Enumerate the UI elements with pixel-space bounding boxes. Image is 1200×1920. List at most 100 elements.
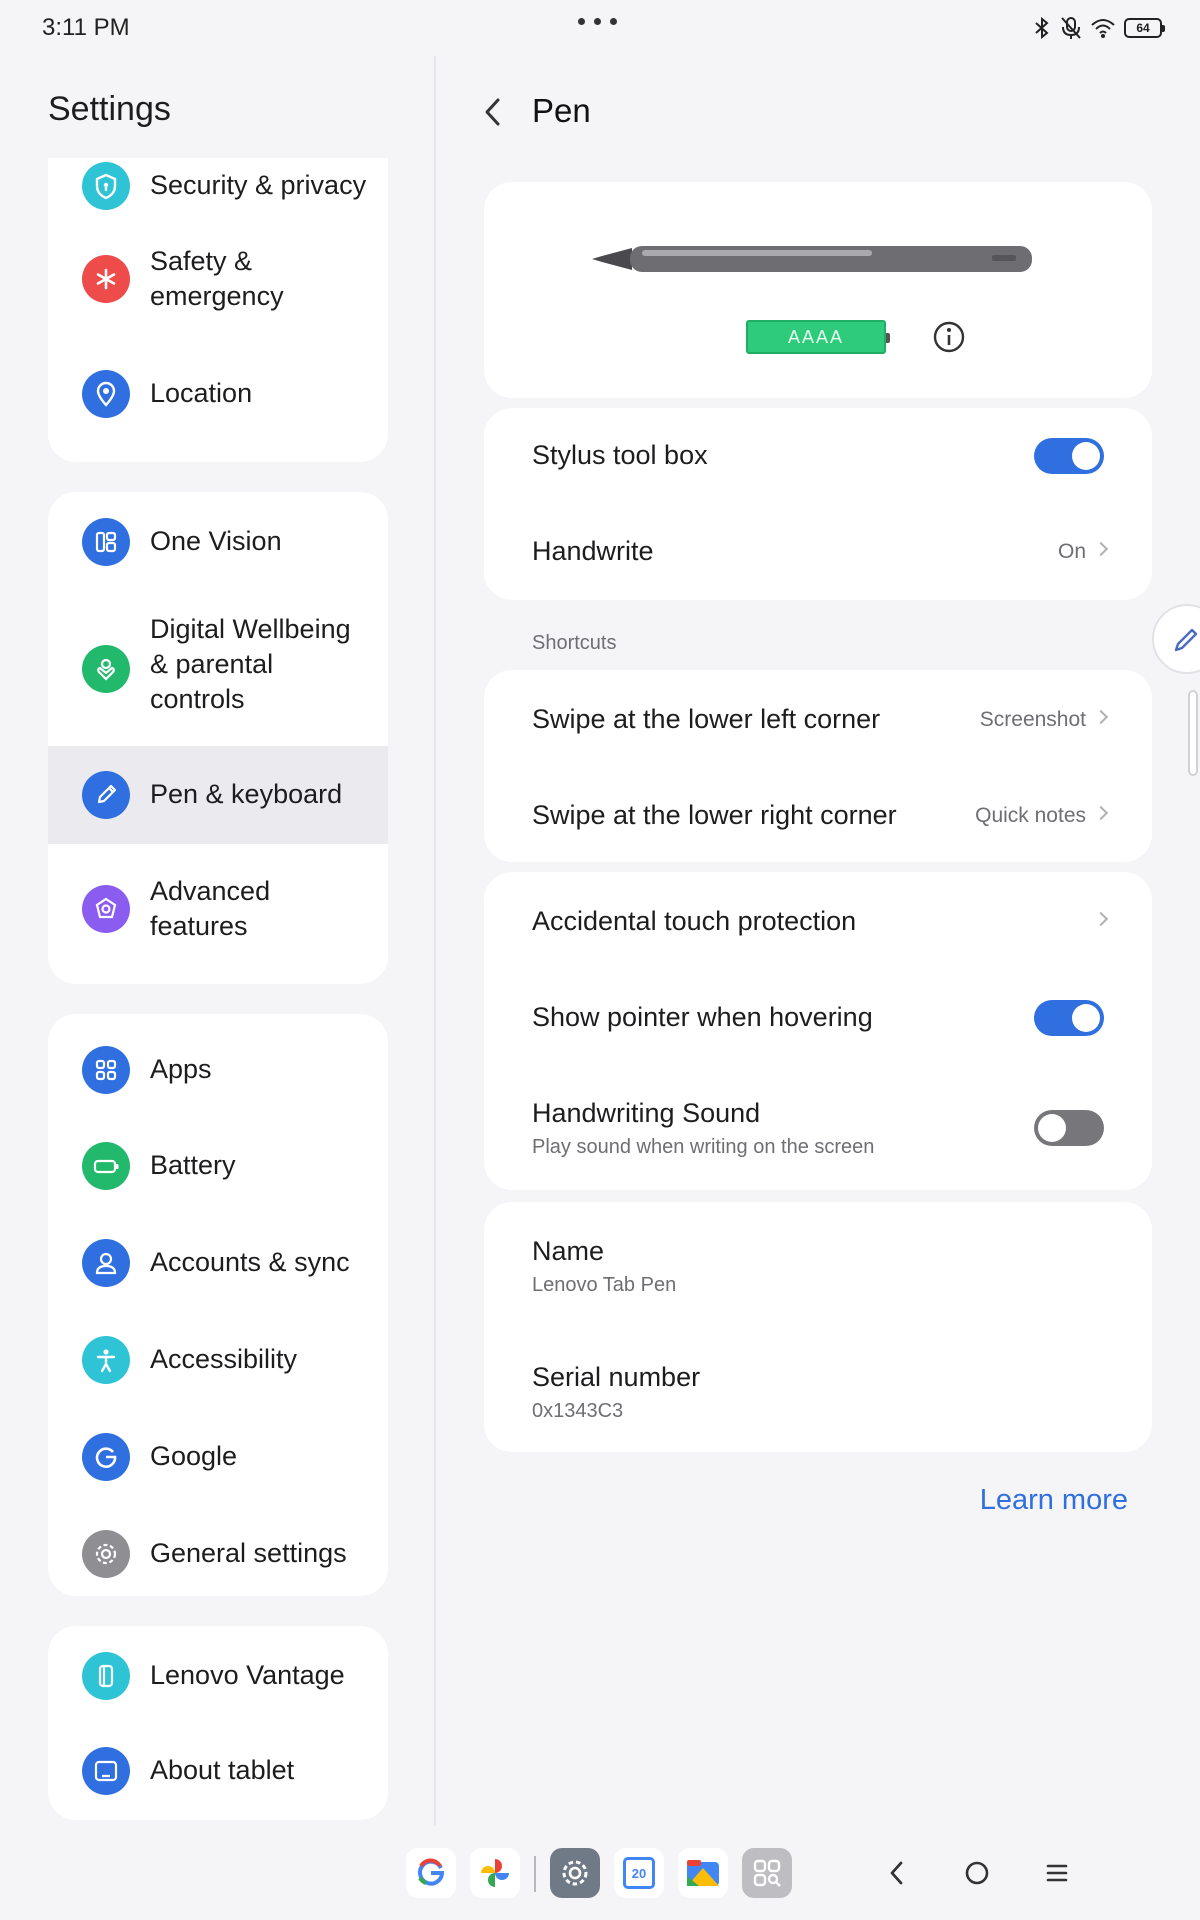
sidebar-item-lenovo-vantage[interactable]: Lenovo Vantage <box>48 1626 388 1723</box>
sidebar-item-security-privacy[interactable]: Security & privacy <box>48 158 388 214</box>
sidebar-item-about-tablet[interactable]: About tablet <box>48 1723 388 1820</box>
home-icon[interactable] <box>952 1848 1002 1898</box>
stylus-settings-card: Stylus tool box Handwrite On <box>484 408 1152 600</box>
handwrite-row[interactable]: Handwrite On <box>484 504 1152 600</box>
sidebar-item-label: Advanced features <box>150 876 271 941</box>
lower-left-corner-value: Screenshot <box>979 708 1086 731</box>
sidebar-item-accessibility[interactable]: Accessibility <box>48 1312 388 1409</box>
vantage-icon <box>82 1652 130 1700</box>
lower-right-corner-row[interactable]: Swipe at the lower right corner Quick no… <box>484 766 1152 862</box>
gear-icon <box>82 1530 130 1578</box>
sidebar-item-label: Accessibility <box>150 1344 298 1374</box>
accidental-touch-row[interactable]: Accidental touch protection <box>484 872 1152 968</box>
shield-icon <box>82 162 130 210</box>
status-bar: 3:11 PM 64 <box>0 0 1200 56</box>
info-icon[interactable] <box>932 320 966 354</box>
name-value: Lenovo Tab Pen <box>532 1274 677 1296</box>
back-icon[interactable] <box>872 1848 922 1898</box>
person-icon <box>82 1239 130 1287</box>
app-library-icon[interactable] <box>742 1848 792 1898</box>
pen-illustration <box>592 246 1032 272</box>
sidebar-item-accounts-sync[interactable]: Accounts & sync <box>48 1215 388 1312</box>
tablet-icon <box>82 1747 130 1795</box>
multitask-dots-icon[interactable] <box>578 18 617 25</box>
pen-icon <box>82 771 130 819</box>
dock-separator <box>534 1856 536 1892</box>
accessibility-icon <box>82 1336 130 1384</box>
device-info-card: Name Lenovo Tab Pen Serial number 0x1343… <box>484 1202 1152 1452</box>
pen-icon <box>1174 628 1198 652</box>
sidebar-item-label: Lenovo Vantage <box>150 1660 345 1690</box>
lower-right-corner-value: Quick notes <box>975 804 1086 827</box>
lower-left-corner-row[interactable]: Swipe at the lower left corner Screensho… <box>484 670 1152 766</box>
scrollbar[interactable] <box>1188 690 1198 776</box>
shortcuts-card: Swipe at the lower left corner Screensho… <box>484 670 1152 862</box>
lower-right-corner-label: Swipe at the lower right corner <box>532 800 897 830</box>
wifi-icon <box>1091 19 1115 38</box>
sidebar-item-label: Pen & keyboard <box>150 779 343 809</box>
sidebar-item-pen-keyboard[interactable]: Pen & keyboard <box>48 746 388 844</box>
status-time: 3:11 PM <box>42 14 130 41</box>
google-icon[interactable] <box>406 1848 456 1898</box>
calendar-day: 20 <box>623 1857 655 1889</box>
sidebar-group-device: Lenovo Vantage About tablet <box>48 1626 388 1820</box>
sidebar-title: Settings <box>48 90 171 128</box>
sidebar-item-label: About tablet <box>150 1755 295 1785</box>
sidebar-item-digital-wellbeing[interactable]: Digital Wellbeing & parental controls <box>48 592 388 746</box>
sidebar-item-label: Safety & emergency <box>150 246 284 311</box>
sidebar-item-apps[interactable]: Apps <box>48 1022 388 1118</box>
sidebar-item-battery[interactable]: Battery <box>48 1118 388 1215</box>
back-arrow-icon[interactable] <box>478 92 508 132</box>
sidebar-group-system: Apps Battery Accounts & sync Accessibili… <box>48 1014 388 1596</box>
advanced-features-icon <box>82 885 130 933</box>
handwrite-value: On <box>1057 540 1086 563</box>
sidebar-item-location[interactable]: Location <box>48 344 388 444</box>
pen-info-card: AAAA <box>484 182 1152 398</box>
touch-settings-card: Accidental touch protection Show pointer… <box>484 872 1152 1190</box>
sidebar-item-general-settings[interactable]: General settings <box>48 1506 388 1596</box>
stylus-tool-box-label: Stylus tool box <box>532 440 708 470</box>
sidebar-item-one-vision[interactable]: One Vision <box>48 492 388 592</box>
stylus-tool-box-toggle[interactable] <box>1034 438 1104 474</box>
handwriting-sound-toggle[interactable] <box>1034 1110 1104 1146</box>
learn-more-link[interactable]: Learn more <box>980 1484 1128 1517</box>
sidebar-item-label: Digital Wellbeing & parental controls <box>150 614 351 714</box>
pane-divider <box>434 56 436 1826</box>
menu-icon[interactable] <box>1032 1848 1082 1898</box>
sidebar-item-label: Accounts & sync <box>150 1247 350 1277</box>
name-label: Name <box>532 1236 605 1266</box>
sidebar-group-features: One Vision Digital Wellbeing & parental … <box>48 492 388 984</box>
apps-grid-icon <box>82 1046 130 1094</box>
accidental-touch-label: Accidental touch protection <box>532 906 857 936</box>
handwriting-sound-label: Handwriting Sound <box>532 1098 761 1128</box>
battery-icon: 64 <box>1124 18 1165 38</box>
pen-battery-indicator: AAAA <box>746 320 890 354</box>
floating-pen-handle[interactable] <box>1152 604 1200 674</box>
sidebar-item-label: One Vision <box>150 526 282 556</box>
sidebar-item-label: Battery <box>150 1150 236 1180</box>
serial-number-label: Serial number <box>532 1362 701 1392</box>
photos-icon[interactable] <box>470 1848 520 1898</box>
one-vision-icon <box>82 518 130 566</box>
location-pin-icon <box>82 370 130 418</box>
sidebar-item-label: General settings <box>150 1538 347 1568</box>
sidebar-item-advanced-features[interactable]: Advanced features <box>48 844 388 974</box>
sidebar-item-google[interactable]: Google <box>48 1409 388 1506</box>
sidebar-item-label: Google <box>150 1441 238 1471</box>
mic-off-icon <box>1061 17 1081 39</box>
settings-icon[interactable] <box>550 1848 600 1898</box>
sidebar-item-label: Apps <box>150 1054 212 1084</box>
status-icons: 64 <box>1032 16 1165 40</box>
sidebar-item-safety-emergency[interactable]: Safety & emergency <box>48 214 388 344</box>
taskbar: 20 <box>0 1826 1200 1920</box>
sidebar-group-privacy: Security & privacy Safety & emergency Lo… <box>48 158 388 462</box>
handwrite-label: Handwrite <box>532 536 654 566</box>
chevron-right-icon <box>1093 709 1109 725</box>
calendar-icon[interactable]: 20 <box>614 1848 664 1898</box>
google-g-icon <box>82 1433 130 1481</box>
chevron-right-icon <box>1093 805 1109 821</box>
show-pointer-toggle[interactable] <box>1034 1000 1104 1036</box>
files-icon[interactable] <box>678 1848 728 1898</box>
handwriting-sound-description: Play sound when writing on the screen <box>532 1136 875 1158</box>
shortcuts-section-label: Shortcuts <box>532 632 617 654</box>
